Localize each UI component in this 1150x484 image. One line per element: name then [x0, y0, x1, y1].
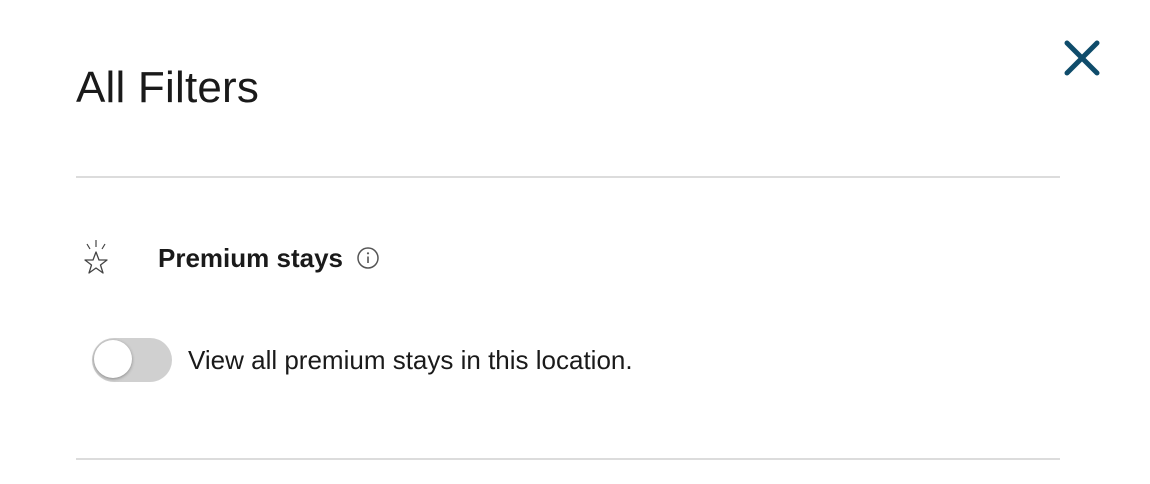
premium-stays-header: Premium stays	[76, 234, 381, 282]
toggle-label: View all premium stays in this location.	[188, 344, 633, 375]
close-button[interactable]	[1060, 38, 1104, 82]
sparkle-star-icon	[76, 234, 116, 282]
premium-stays-toggle-row: View all premium stays in this location.	[92, 336, 633, 384]
page-title: All Filters	[76, 63, 260, 112]
divider	[76, 458, 1060, 460]
info-icon[interactable]	[355, 245, 381, 271]
section-title: Premium stays	[158, 242, 343, 273]
premium-stays-toggle[interactable]	[92, 338, 172, 382]
toggle-knob	[94, 340, 132, 378]
divider	[76, 176, 1060, 178]
all-filters-dialog: All Filters Premium stays View all premi…	[0, 0, 1150, 484]
close-icon	[1063, 39, 1101, 82]
